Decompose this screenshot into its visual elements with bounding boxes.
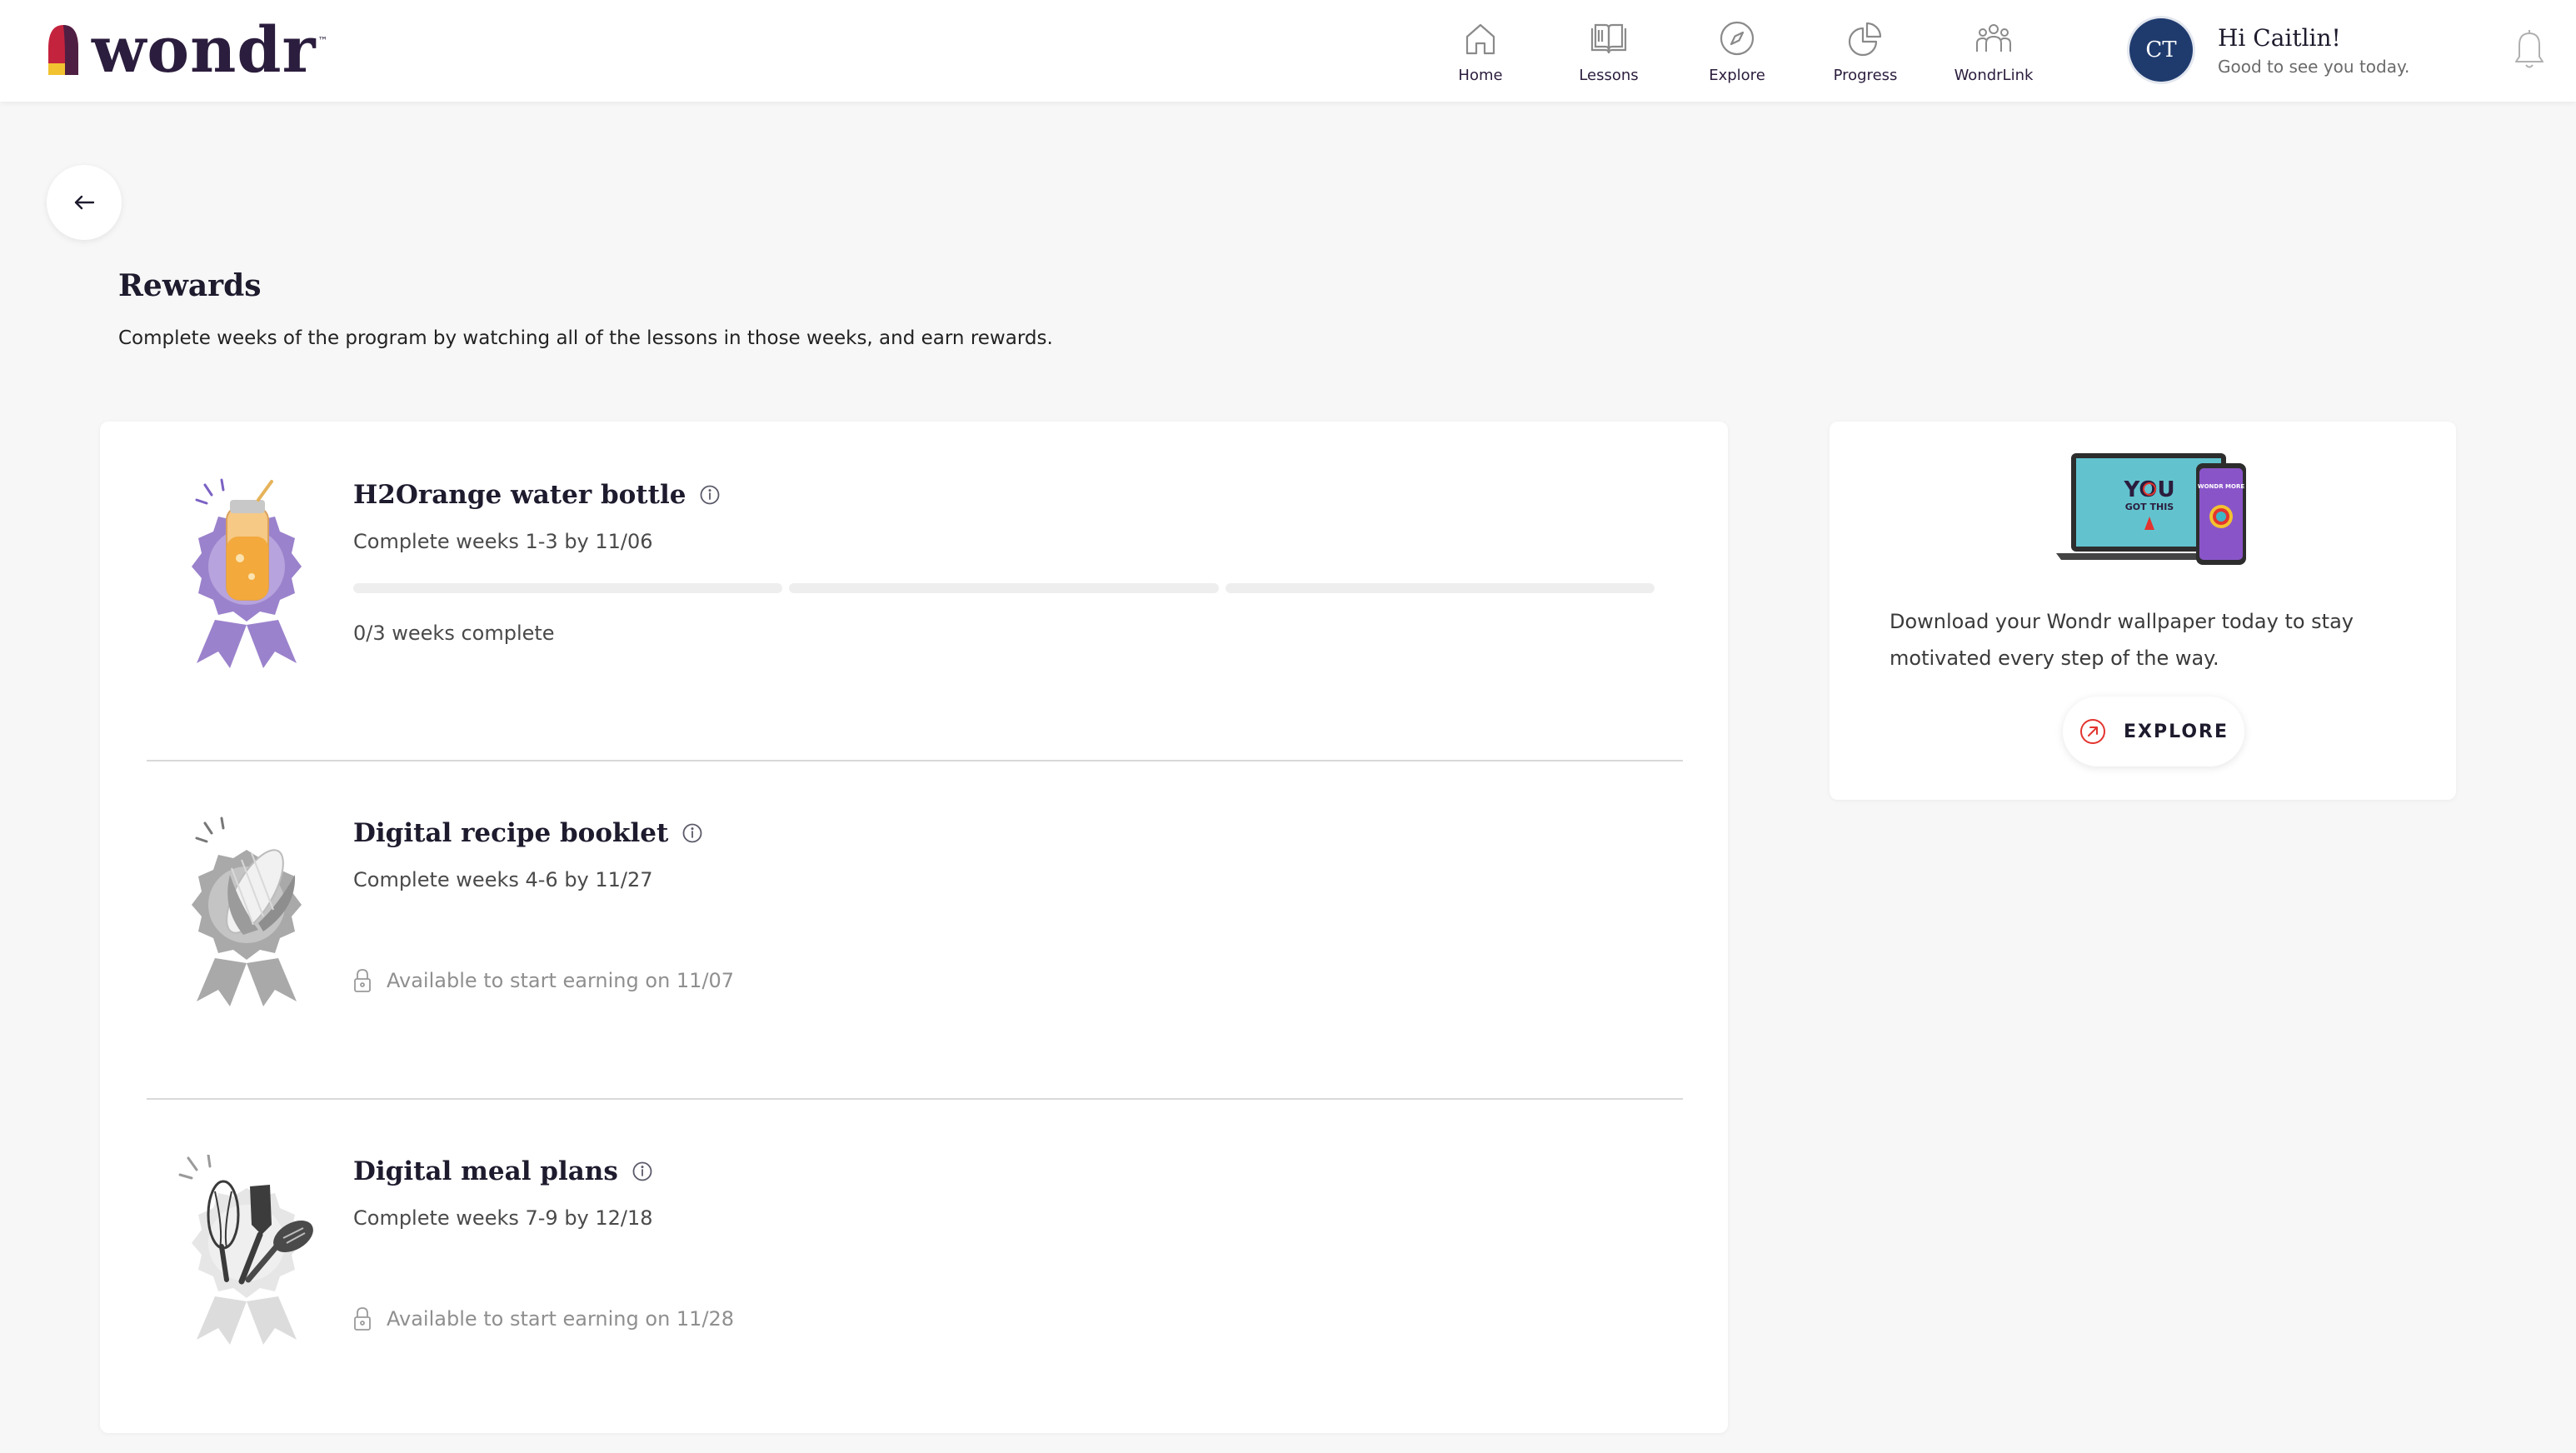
- reward-subtitle: Complete weeks 7-9 by 12/18: [353, 1206, 653, 1230]
- trademark: ™: [317, 35, 328, 47]
- explore-button[interactable]: EXPLORE: [2063, 697, 2244, 766]
- lock-icon: [354, 969, 371, 992]
- info-icon[interactable]: [681, 822, 703, 844]
- reward-item: Digital recipe booklet Complete weeks 4-…: [147, 760, 1683, 1100]
- promo-description: Download your Wondr wallpaper today to s…: [1890, 610, 2354, 670]
- user-greeting: Hi Caitlin!: [2218, 23, 2341, 52]
- reward-title: Digital recipe booklet: [353, 818, 703, 848]
- people-icon: [1976, 23, 2011, 52]
- nav-home-label: Home: [1458, 66, 1503, 84]
- reward-locked-notice: Available to start earning on 11/07: [353, 968, 734, 993]
- reward-title-text: H2Orange water bottle: [353, 480, 686, 510]
- user-profile[interactable]: CT Hi Caitlin! Good to see you today.: [2129, 15, 2409, 85]
- reward-item: H2Orange water bottle Complete weeks 1-3…: [147, 422, 1683, 761]
- nav-lessons[interactable]: Lessons: [1545, 0, 1673, 102]
- reward-subtitle: Complete weeks 4-6 by 11/27: [353, 868, 653, 891]
- page-description: Complete weeks of the program by watchin…: [118, 327, 1053, 349]
- nav-home[interactable]: Home: [1416, 0, 1545, 102]
- reward-progress-bar: [353, 583, 1655, 593]
- utensils-badge-icon: [178, 1155, 313, 1345]
- reward-title-text: Digital meal plans: [353, 1156, 618, 1186]
- nav-lessons-label: Lessons: [1579, 66, 1639, 84]
- progress-segment: [353, 583, 783, 593]
- nav-explore[interactable]: Explore: [1673, 0, 1801, 102]
- wondr-logo[interactable]: wondr ™: [47, 12, 328, 87]
- arrow-left-icon: [74, 195, 95, 210]
- reward-title: Digital meal plans: [353, 1156, 653, 1186]
- avatar[interactable]: CT: [2129, 18, 2193, 82]
- info-icon[interactable]: [699, 484, 721, 506]
- wallpaper-promo-card: YOU GOT THIS WONDR MORE Download your Wo…: [1830, 422, 2456, 800]
- pie-chart-icon: [1848, 22, 1882, 56]
- phone-text: WONDR MORE: [2198, 483, 2244, 490]
- top-navigation-bar: wondr ™ Home Lessons Explore Progress Wo…: [0, 0, 2576, 102]
- reward-locked-text: Available to start earning on 11/07: [387, 969, 735, 992]
- progress-segment: [1225, 583, 1655, 593]
- page-title: Rewards: [118, 268, 262, 303]
- wallpaper-devices-image: YOU GOT THIS WONDR MORE: [2056, 453, 2246, 565]
- explore-button-label: EXPLORE: [2123, 721, 2229, 742]
- user-greeting-block: Hi Caitlin! Good to see you today.: [2218, 24, 2409, 77]
- nav-progress-label: Progress: [1833, 66, 1898, 84]
- back-button[interactable]: [47, 165, 122, 240]
- bell-icon[interactable]: [2511, 25, 2548, 72]
- reward-status: 0/3 weeks complete: [353, 622, 555, 645]
- main-nav: Home Lessons Explore Progress WondrLink: [1416, 0, 2058, 102]
- nav-explore-label: Explore: [1709, 66, 1765, 84]
- corn-badge-icon: [192, 816, 302, 1006]
- reward-title: H2Orange water bottle: [353, 480, 721, 510]
- reward-title-text: Digital recipe booklet: [353, 818, 669, 848]
- nav-wondrlink-label: WondrLink: [1954, 66, 2034, 84]
- reward-locked-notice: Available to start earning on 11/28: [353, 1306, 734, 1331]
- water-bottle-badge-icon: [192, 478, 302, 668]
- reward-subtitle: Complete weeks 1-3 by 11/06: [353, 530, 653, 553]
- progress-segment: [789, 583, 1219, 593]
- book-icon: [1590, 23, 1627, 53]
- reward-item: Digital meal plans Complete weeks 7-9 by…: [147, 1098, 1683, 1436]
- compass-icon: [1720, 21, 1755, 55]
- nav-wondrlink[interactable]: WondrLink: [1930, 0, 2058, 102]
- logo-text: wondr: [92, 12, 317, 87]
- lock-icon: [354, 1307, 371, 1331]
- nav-progress[interactable]: Progress: [1801, 0, 1930, 102]
- laptop-text-2: GOT THIS: [2125, 502, 2174, 512]
- home-icon: [1465, 23, 1495, 54]
- user-subtitle: Good to see you today.: [2218, 56, 2410, 77]
- logo-mark-icon: [48, 25, 78, 75]
- arrow-up-right-circle-icon: [2079, 719, 2105, 744]
- info-icon[interactable]: [632, 1161, 653, 1182]
- reward-locked-text: Available to start earning on 11/28: [387, 1307, 735, 1331]
- laptop-text-1: YOU: [2123, 477, 2174, 502]
- rewards-list-card: H2Orange water bottle Complete weeks 1-3…: [100, 422, 1728, 1433]
